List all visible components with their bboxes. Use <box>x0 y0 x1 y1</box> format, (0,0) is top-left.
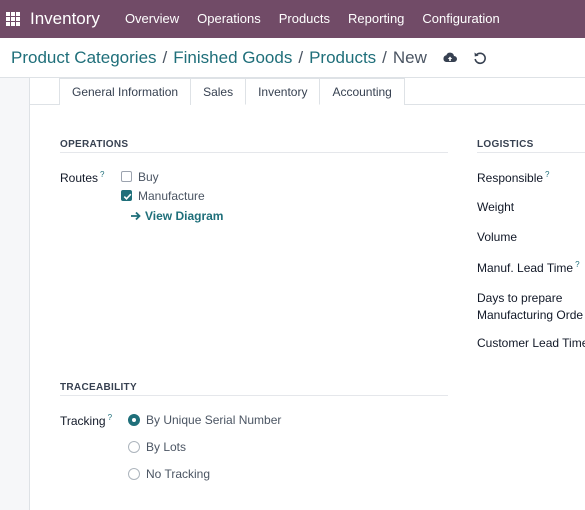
tab-accounting[interactable]: Accounting <box>319 78 405 105</box>
tracking-lots-radio[interactable] <box>128 441 140 453</box>
left-gutter <box>0 78 30 510</box>
manuf-lead-time-label: Manuf. Lead Time? <box>477 260 580 275</box>
weight-label: Weight <box>477 200 515 214</box>
manuf-lead-time-label-text: Manuf. Lead Time <box>477 261 574 275</box>
tracking-label-text: Tracking <box>60 414 106 428</box>
tracking-lots-label[interactable]: By Lots <box>146 440 186 454</box>
tracking-none-radio[interactable] <box>128 468 140 480</box>
view-diagram-label: View Diagram <box>145 209 224 223</box>
menu-configuration[interactable]: Configuration <box>413 0 508 38</box>
menu-overview[interactable]: Overview <box>116 0 188 38</box>
breadcrumb-separator: / <box>162 47 168 67</box>
notebook-tabs: General Information Sales Inventory Acco… <box>59 78 405 105</box>
traceability-section-title: TRACEABILITY <box>60 382 137 393</box>
help-icon[interactable]: ? <box>575 260 579 269</box>
apps-grid-icon[interactable] <box>6 12 20 26</box>
tracking-label: Tracking? <box>60 413 112 428</box>
tracking-serial-radio[interactable] <box>128 414 140 426</box>
traceability-divider <box>60 395 448 396</box>
tracking-none-label[interactable]: No Tracking <box>146 467 210 481</box>
tracking-serial-label[interactable]: By Unique Serial Number <box>146 413 281 427</box>
routes-label-text: Routes <box>60 171 99 185</box>
breadcrumb-separator: / <box>382 47 387 67</box>
breadcrumb-finished-goods[interactable]: Finished Goods <box>173 48 292 68</box>
tab-inventory[interactable]: Inventory <box>245 78 321 105</box>
manufacturing-orders-label: Manufacturing Orde <box>477 308 584 322</box>
responsible-label: Responsible? <box>477 170 550 185</box>
route-manufacture-label[interactable]: Manufacture <box>138 189 205 203</box>
operations-section-title: OPERATIONS <box>60 139 129 150</box>
route-buy-label[interactable]: Buy <box>138 170 159 184</box>
cloud-upload-icon[interactable] <box>441 49 459 67</box>
discard-undo-icon[interactable] <box>471 49 489 67</box>
logistics-section-title: LOGISTICS <box>477 139 534 150</box>
route-manufacture-checkbox[interactable] <box>121 190 132 201</box>
tab-general-information[interactable]: General Information <box>59 78 192 105</box>
help-icon[interactable]: ? <box>100 170 104 179</box>
arrow-right-icon <box>131 211 141 221</box>
responsible-label-text: Responsible <box>477 171 544 185</box>
logistics-divider <box>477 152 585 153</box>
top-navbar: Inventory Overview Operations Products R… <box>0 0 585 38</box>
operations-divider <box>60 152 448 153</box>
customer-lead-time-label: Customer Lead Time <box>477 336 585 350</box>
checkmark-icon <box>123 193 132 200</box>
breadcrumb-separator: / <box>298 47 304 67</box>
menu-reporting[interactable]: Reporting <box>339 0 413 38</box>
help-icon[interactable]: ? <box>545 170 549 179</box>
control-panel: Product Categories / Finished Goods / Pr… <box>0 38 585 78</box>
breadcrumb-current: New <box>392 47 427 67</box>
tab-sales[interactable]: Sales <box>190 78 247 105</box>
routes-label: Routes? <box>60 170 104 185</box>
help-icon[interactable]: ? <box>108 413 112 422</box>
breadcrumb-product-categories[interactable]: Product Categories <box>11 48 157 68</box>
menu-operations[interactable]: Operations <box>188 0 270 38</box>
view-diagram-link[interactable]: View Diagram <box>130 209 223 223</box>
volume-label: Volume <box>477 230 518 244</box>
app-name[interactable]: Inventory <box>30 9 100 29</box>
menu-products[interactable]: Products <box>270 0 339 38</box>
days-to-prepare-label: Days to prepare <box>477 291 563 305</box>
breadcrumb-products[interactable]: Products <box>309 48 376 68</box>
route-buy-checkbox[interactable] <box>121 171 132 182</box>
